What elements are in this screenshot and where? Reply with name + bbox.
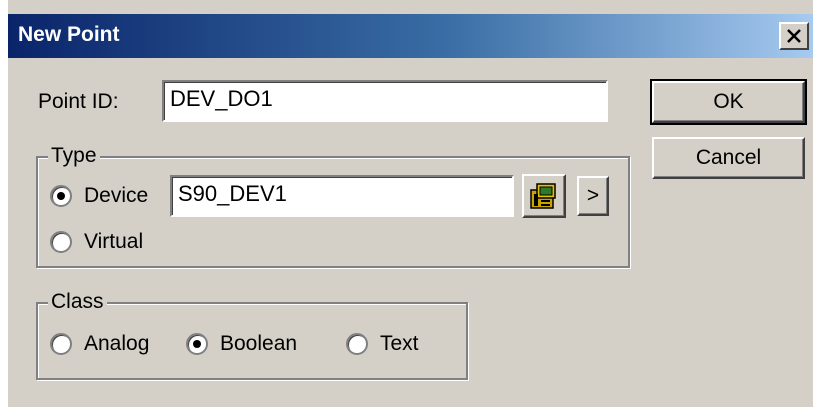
- boolean-radio-label[interactable]: Boolean: [220, 332, 297, 356]
- analog-radio-label[interactable]: Analog: [84, 332, 149, 356]
- close-button[interactable]: [779, 22, 809, 50]
- device-input[interactable]: S90_DEV1: [170, 175, 514, 217]
- point-id-input[interactable]: DEV_DO1: [162, 80, 608, 122]
- device-next-button[interactable]: >: [577, 176, 609, 216]
- boolean-radio-dot: [193, 340, 201, 348]
- device-radio-dot: [57, 192, 65, 200]
- device-browse-icon: [530, 183, 556, 209]
- right-edge: [813, 0, 821, 407]
- text-radio-label[interactable]: Text: [380, 332, 419, 356]
- boolean-radio[interactable]: [186, 333, 208, 355]
- window-title: New Point: [18, 23, 120, 46]
- text-radio[interactable]: [346, 333, 368, 355]
- device-browse-button[interactable]: [522, 174, 566, 218]
- close-icon: [787, 29, 801, 43]
- new-point-dialog: New Point Point ID: DEV_DO1 OK Cancel Ty…: [0, 0, 821, 407]
- device-radio[interactable]: [50, 185, 72, 207]
- ok-button[interactable]: OK: [650, 79, 807, 125]
- analog-radio[interactable]: [50, 333, 72, 355]
- device-radio-label[interactable]: Device: [84, 184, 148, 208]
- class-group-title: Class: [48, 290, 107, 314]
- virtual-radio-label[interactable]: Virtual: [84, 230, 143, 254]
- virtual-radio[interactable]: [50, 231, 72, 253]
- point-id-label: Point ID:: [38, 90, 119, 113]
- cancel-button[interactable]: Cancel: [652, 137, 805, 179]
- type-group-title: Type: [48, 144, 100, 168]
- title-bar: New Point: [8, 14, 813, 58]
- left-edge: [0, 0, 8, 407]
